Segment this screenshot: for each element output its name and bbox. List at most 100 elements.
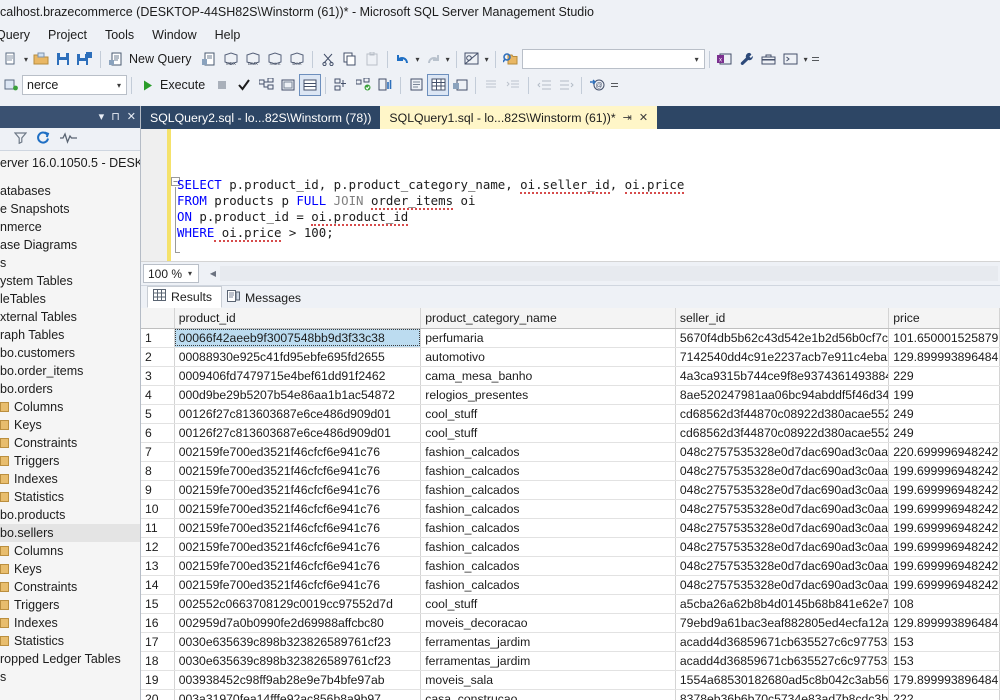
cell-seller-id[interactable]: 5670f4db5b62c43d542e1b2d56b0cf7c — [675, 328, 890, 348]
pin-icon[interactable]: ⇥ — [623, 111, 632, 124]
cell-price[interactable]: 199.699996948242 — [888, 518, 1000, 538]
cell-seller-id[interactable]: 048c2757535328e0d7dac690ad3c0aae — [675, 499, 890, 519]
new-dmx-query-icon[interactable]: DMX — [242, 48, 264, 70]
results-to-text-icon[interactable] — [277, 74, 299, 96]
oe-item[interactable]: xternal Tables — [0, 308, 140, 326]
row-number[interactable]: 17 — [141, 632, 175, 652]
oe-item[interactable]: Indexes — [0, 614, 140, 632]
cell-product-id[interactable]: 002159fe700ed3521f46cfcf6e941c76 — [174, 480, 422, 500]
oe-server-node[interactable]: erver 16.0.1050.5 - DESKTO — [0, 154, 140, 172]
zoom-level-combo[interactable]: 100 % ▾ — [143, 264, 199, 283]
new-query-button[interactable]: New Query — [127, 52, 198, 66]
oe-item[interactable]: atabases — [0, 182, 140, 200]
cell-product-id[interactable]: 00126f27c813603687e6ce486d909d01 — [174, 404, 422, 424]
new-dax-query-icon[interactable]: DAX — [286, 48, 308, 70]
cell-product-id[interactable]: 0030e635639c898b323826589761cf23 — [174, 632, 422, 652]
execute-icon[interactable] — [136, 74, 158, 96]
cell-seller-id[interactable]: 048c2757535328e0d7dac690ad3c0aae — [675, 556, 890, 576]
table-row[interactable]: 12 002159fe700ed3521f46cfcf6e941c76 fashio… — [141, 537, 1000, 557]
oe-item[interactable]: ase Diagrams — [0, 236, 140, 254]
table-row[interactable]: 11 002159fe700ed3521f46cfcf6e941c76 fashio… — [141, 518, 1000, 538]
cell-product-category-name[interactable]: fashion_calcados — [420, 556, 676, 576]
menu-item-tools[interactable]: Tools — [96, 26, 143, 44]
column-header-product-category-name[interactable]: product_category_name — [420, 308, 676, 329]
terminal-icon[interactable] — [780, 48, 802, 70]
new-xmla-query-icon[interactable]: XMLA — [264, 48, 286, 70]
table-row[interactable]: 3 0009406fd7479715e4bef61dd91f2462 cama_me… — [141, 366, 1000, 386]
column-header-price[interactable]: price — [888, 308, 1000, 329]
table-row[interactable]: 2 00088930e925c41fd95ebfe695fd2655 automot… — [141, 347, 1000, 367]
row-number[interactable]: 6 — [141, 423, 175, 443]
cell-price[interactable]: 153 — [888, 632, 1000, 652]
row-number[interactable]: 8 — [141, 461, 175, 481]
database-combo[interactable]: nerce ▾ — [22, 75, 127, 95]
filter-icon[interactable] — [13, 131, 28, 147]
include-client-stats-icon[interactable] — [374, 74, 396, 96]
table-row[interactable]: 4 000d9be29b5207b54e86aa1b1ac54872 relogio… — [141, 385, 1000, 405]
menu-item-query[interactable]: Query — [0, 26, 39, 44]
redo-dropdown-icon[interactable]: ▾ — [446, 55, 450, 64]
open-file-icon[interactable] — [30, 48, 52, 70]
row-number[interactable]: 20 — [141, 689, 175, 700]
connect-icon[interactable] — [0, 74, 22, 96]
oe-item[interactable]: Indexes — [0, 470, 140, 488]
uncomment-selection-icon[interactable] — [427, 74, 450, 96]
refresh-icon[interactable] — [37, 131, 50, 147]
find-in-files-icon[interactable] — [500, 48, 522, 70]
row-number[interactable]: 10 — [141, 499, 175, 519]
table-row[interactable]: 6 00126f27c813603687e6ce486d909d01 cool_st… — [141, 423, 1000, 443]
cell-seller-id[interactable]: 048c2757535328e0d7dac690ad3c0aae — [675, 537, 890, 557]
query-designer-dropdown-icon[interactable]: ▾ — [485, 55, 489, 64]
table-row[interactable]: 14 002159fe700ed3521f46cfcf6e941c76 fashio… — [141, 575, 1000, 595]
cell-product-id[interactable]: 002159fe700ed3521f46cfcf6e941c76 — [174, 575, 422, 595]
comment-selection-icon[interactable] — [405, 74, 427, 96]
row-number[interactable]: 18 — [141, 651, 175, 671]
row-number[interactable]: 19 — [141, 670, 175, 690]
toolbar-overflow-icon[interactable] — [810, 56, 822, 62]
cell-product-category-name[interactable]: cool_stuff — [420, 404, 676, 424]
cell-product-id[interactable]: 00066f42aeeb9f3007548bb9d3f33c38 — [174, 328, 422, 348]
row-number[interactable]: 14 — [141, 575, 175, 595]
oe-item[interactable]: Statistics — [0, 632, 140, 650]
toolbox-icon[interactable] — [758, 48, 780, 70]
menu-item-project[interactable]: Project — [39, 26, 96, 44]
oe-item[interactable]: ystem Tables — [0, 272, 140, 290]
hscroll-left-arrow[interactable]: ◀ — [206, 266, 220, 281]
oe-item[interactable]: Keys — [0, 560, 140, 578]
cell-product-category-name[interactable]: fashion_calcados — [420, 537, 676, 557]
specify-values-icon[interactable] — [449, 74, 471, 96]
cell-price[interactable]: 249 — [888, 423, 1000, 443]
table-row[interactable]: 1 00066f42aeeb9f3007548bb9d3f33c38 perfuma… — [141, 328, 1000, 348]
oe-item[interactable]: Constraints — [0, 578, 140, 596]
cell-seller-id[interactable]: 4a3ca9315b744ce9f8e9374361493884 — [675, 366, 890, 386]
cut-icon[interactable] — [317, 48, 339, 70]
cell-price[interactable]: 179.899993896484 — [888, 670, 1000, 690]
cell-seller-id[interactable]: 048c2757535328e0d7dac690ad3c0aae — [675, 575, 890, 595]
oe-item[interactable]: bo.orders — [0, 380, 140, 398]
display-estimated-plan-icon[interactable] — [255, 74, 277, 96]
cell-product-id[interactable]: 0030e635639c898b323826589761cf23 — [174, 651, 422, 671]
row-number[interactable]: 5 — [141, 404, 175, 424]
cell-seller-id[interactable]: a5cba26a62b8b4d0145b68b841e62e7f — [675, 594, 890, 614]
cell-product-category-name[interactable]: ferramentas_jardim — [420, 651, 676, 671]
cell-price[interactable]: 199.699996948242 — [888, 499, 1000, 519]
terminal-dropdown-icon[interactable]: ▾ — [804, 55, 808, 64]
cell-price[interactable]: 153 — [888, 651, 1000, 671]
table-row[interactable]: 9 002159fe700ed3521f46cfcf6e941c76 fashion… — [141, 480, 1000, 500]
cell-price[interactable]: 101.650001525879 — [888, 328, 1000, 348]
cell-price[interactable]: 129.899993896484 — [888, 613, 1000, 633]
row-number[interactable]: 11 — [141, 518, 175, 538]
cell-product-id[interactable]: 002159fe700ed3521f46cfcf6e941c76 — [174, 537, 422, 557]
close-icon[interactable]: ✕ — [639, 111, 648, 124]
oe-item[interactable]: bo.sellers — [0, 524, 140, 542]
new-query-icon[interactable] — [105, 48, 127, 70]
sql-code-editor[interactable]: − SELECT p.product_id, p.product_categor… — [141, 129, 1000, 262]
query-designer-icon[interactable] — [461, 48, 483, 70]
oe-item[interactable]: bo.order_items — [0, 362, 140, 380]
row-number[interactable]: 12 — [141, 537, 175, 557]
cell-price[interactable]: 129.899993896484 — [888, 347, 1000, 367]
cell-seller-id[interactable]: cd68562d3f44870c08922d380acae552 — [675, 423, 890, 443]
row-number[interactable]: 4 — [141, 385, 175, 405]
cell-price[interactable]: 199.699996948242 — [888, 537, 1000, 557]
cell-product-id[interactable]: 002159fe700ed3521f46cfcf6e941c76 — [174, 556, 422, 576]
